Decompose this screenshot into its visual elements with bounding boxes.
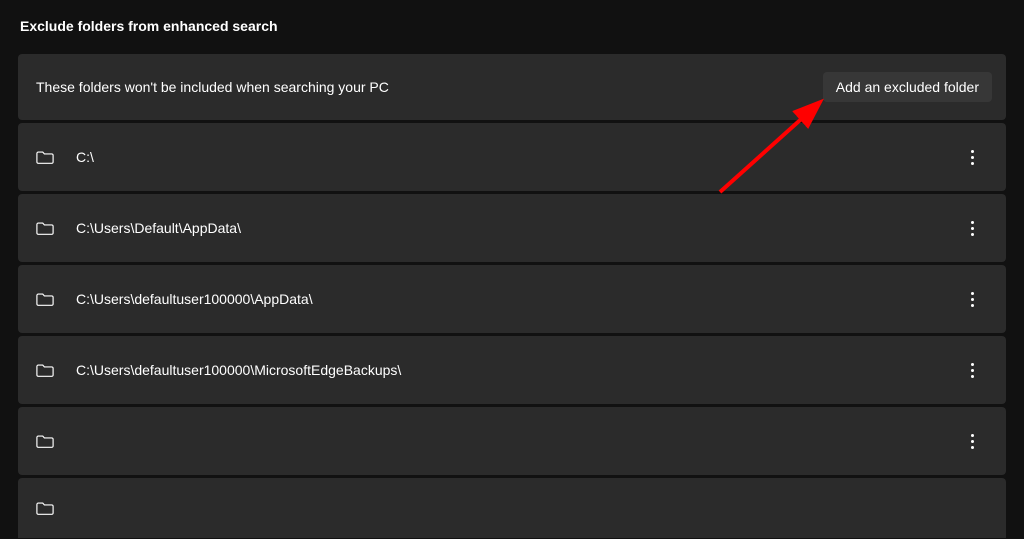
exclude-header-description: These folders won't be included when sea… xyxy=(36,79,389,95)
folder-icon xyxy=(36,499,54,517)
more-options-button[interactable] xyxy=(963,426,982,457)
exclude-header-row: These folders won't be included when sea… xyxy=(18,54,1006,120)
excluded-folder-row[interactable]: C:\Users\defaultuser100000\MicrosoftEdge… xyxy=(18,336,1006,404)
folder-path-label: C:\Users\defaultuser100000\MicrosoftEdge… xyxy=(76,362,401,378)
folder-icon xyxy=(36,290,54,308)
more-options-button[interactable] xyxy=(963,284,982,315)
section-title: Exclude folders from enhanced search xyxy=(18,18,1006,34)
folder-path-label: C:\Users\Default\AppData\ xyxy=(76,220,241,236)
excluded-folder-row[interactable] xyxy=(18,478,1006,538)
folder-path-label: C:\ xyxy=(76,149,94,165)
folder-icon xyxy=(36,361,54,379)
folder-icon xyxy=(36,219,54,237)
folder-path-label: C:\Users\defaultuser100000\AppData\ xyxy=(76,291,313,307)
excluded-folder-row[interactable]: C:\Users\Default\AppData\ xyxy=(18,194,1006,262)
more-options-button[interactable] xyxy=(963,355,982,386)
excluded-folder-row[interactable]: C:\ xyxy=(18,123,1006,191)
more-options-button[interactable] xyxy=(963,142,982,173)
folder-icon xyxy=(36,148,54,166)
add-excluded-folder-button[interactable]: Add an excluded folder xyxy=(823,72,992,102)
excluded-folder-row[interactable]: C:\Users\defaultuser100000\AppData\ xyxy=(18,265,1006,333)
excluded-folder-row[interactable] xyxy=(18,407,1006,475)
more-options-button[interactable] xyxy=(963,213,982,244)
folder-icon xyxy=(36,432,54,450)
